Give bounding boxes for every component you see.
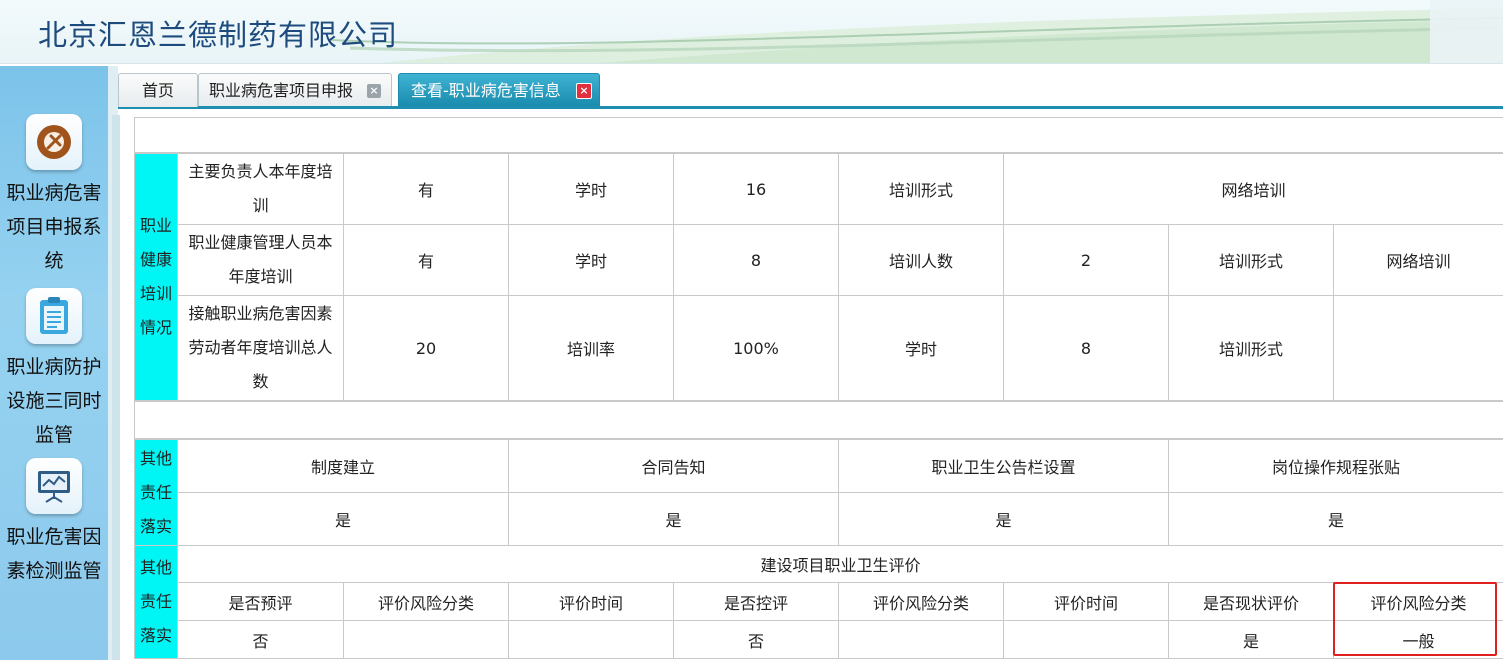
column-header: 职业卫生公告栏设置 xyxy=(838,439,1169,493)
training-value: 有 xyxy=(343,153,509,225)
form-value: 网络培训 xyxy=(1332,224,1503,296)
close-icon[interactable]: × xyxy=(576,83,592,99)
column-header: 合同告知 xyxy=(508,439,839,493)
evaluation-title: 建设项目职业卫生评价 xyxy=(176,545,1503,583)
section-label: 其他责任落实 xyxy=(134,439,178,546)
hours-value: 16 xyxy=(673,153,839,225)
training-table: 职业健康培训情况 主要负责人本年度培训 有 学时 16 培训形式 网络培训 职业… xyxy=(134,153,1503,401)
close-icon[interactable]: × xyxy=(367,84,381,98)
sidebar: 职业病危害项目申报系统 职业病防护设施三同时监管 职业危害因素检测监管 xyxy=(0,66,108,660)
tools-icon xyxy=(26,114,82,170)
column-header: 评价风险分类 xyxy=(343,582,509,621)
cell-value xyxy=(1003,620,1169,659)
cell-value: 是 xyxy=(177,492,509,546)
rate-value: 100% xyxy=(673,295,839,401)
content-left-border xyxy=(112,115,120,660)
section-label: 其他责任落实 xyxy=(134,545,178,659)
sidebar-item-label: 职业病危害项目申报系统 xyxy=(6,182,102,272)
count-value: 2 xyxy=(1003,224,1169,296)
hours-label: 学时 xyxy=(508,224,674,296)
header-banner: 北京汇恩兰德制药有限公司 xyxy=(0,0,1503,64)
column-header: 岗位操作规程张贴 xyxy=(1168,439,1503,493)
monitor-chart-icon xyxy=(26,458,82,514)
hours-label: 学时 xyxy=(838,295,1004,401)
column-header: 是否现状评价 xyxy=(1168,582,1334,621)
clipboard-icon xyxy=(26,288,82,344)
top-spacer-row xyxy=(134,117,1503,153)
form-value: 网络培训 xyxy=(1002,153,1503,225)
training-item: 职业健康管理人员本年度培训 xyxy=(177,224,344,296)
training-value: 有 xyxy=(343,224,509,296)
column-header: 评价时间 xyxy=(508,582,674,621)
cell-value xyxy=(343,620,509,659)
tab-label: 职业病危害项目申报 xyxy=(209,81,354,100)
column-header: 是否预评 xyxy=(177,582,344,621)
column-header: 制度建立 xyxy=(177,439,509,493)
form-label: 培训形式 xyxy=(838,153,1004,225)
form-label: 培训形式 xyxy=(1168,224,1334,296)
cell-value: 是 xyxy=(838,492,1169,546)
rate-label: 培训率 xyxy=(508,295,674,401)
cell-value xyxy=(508,620,674,659)
tab-home[interactable]: 首页 xyxy=(118,73,198,107)
middle-spacer-row xyxy=(134,401,1503,439)
training-value: 20 xyxy=(343,295,509,401)
sidebar-item-label: 职业危害因素检测监管 xyxy=(6,526,102,582)
form-value xyxy=(1332,295,1503,401)
responsibility-table: 其他责任落实 制度建立 合同告知 职业卫生公告栏设置 岗位操作规程张贴 是 是 … xyxy=(134,439,1503,546)
sidebar-item-label: 职业病防护设施三同时监管 xyxy=(6,356,102,446)
hours-value: 8 xyxy=(1003,295,1169,401)
column-header: 评价风险分类 xyxy=(1332,582,1503,621)
evaluation-table: 其他责任落实 建设项目职业卫生评价 是否预评 评价风险分类 评价时间 是否控评 … xyxy=(134,545,1503,659)
cell-value xyxy=(838,620,1004,659)
tab-declaration[interactable]: 职业病危害项目申报 × xyxy=(198,73,392,106)
count-label: 培训人数 xyxy=(838,224,1004,296)
cell-value: 是 xyxy=(508,492,839,546)
cell-value: 是 xyxy=(1168,492,1503,546)
hours-label: 学时 xyxy=(508,153,674,225)
cell-value: 一般 xyxy=(1332,620,1503,659)
column-header: 评价时间 xyxy=(1003,582,1169,621)
column-header: 是否控评 xyxy=(673,582,839,621)
sidebar-item-declaration[interactable]: 职业病危害项目申报系统 xyxy=(0,114,108,278)
tab-label: 首页 xyxy=(141,81,174,100)
cell-value: 是 xyxy=(1168,620,1334,659)
section-label: 职业健康培训情况 xyxy=(134,153,178,401)
hours-value: 8 xyxy=(673,224,839,296)
cell-value: 否 xyxy=(177,620,344,659)
tab-label: 查看-职业病危害信息 xyxy=(411,81,561,100)
tab-bar: 首页 职业病危害项目申报 × 查看-职业病危害信息 × xyxy=(118,66,1503,109)
company-name: 北京汇恩兰德制药有限公司 xyxy=(38,18,399,52)
sidebar-item-detection[interactable]: 职业危害因素检测监管 xyxy=(0,458,108,588)
column-header: 评价风险分类 xyxy=(838,582,1004,621)
form-label: 培训形式 xyxy=(1168,295,1334,401)
training-item: 接触职业病危害因素劳动者年度培训总人数 xyxy=(177,295,344,401)
cell-value: 否 xyxy=(673,620,839,659)
training-item: 主要负责人本年度培训 xyxy=(177,153,344,225)
tab-view-hazard-info[interactable]: 查看-职业病危害信息 × xyxy=(398,73,600,106)
sidebar-item-three-simultaneous[interactable]: 职业病防护设施三同时监管 xyxy=(0,288,108,452)
